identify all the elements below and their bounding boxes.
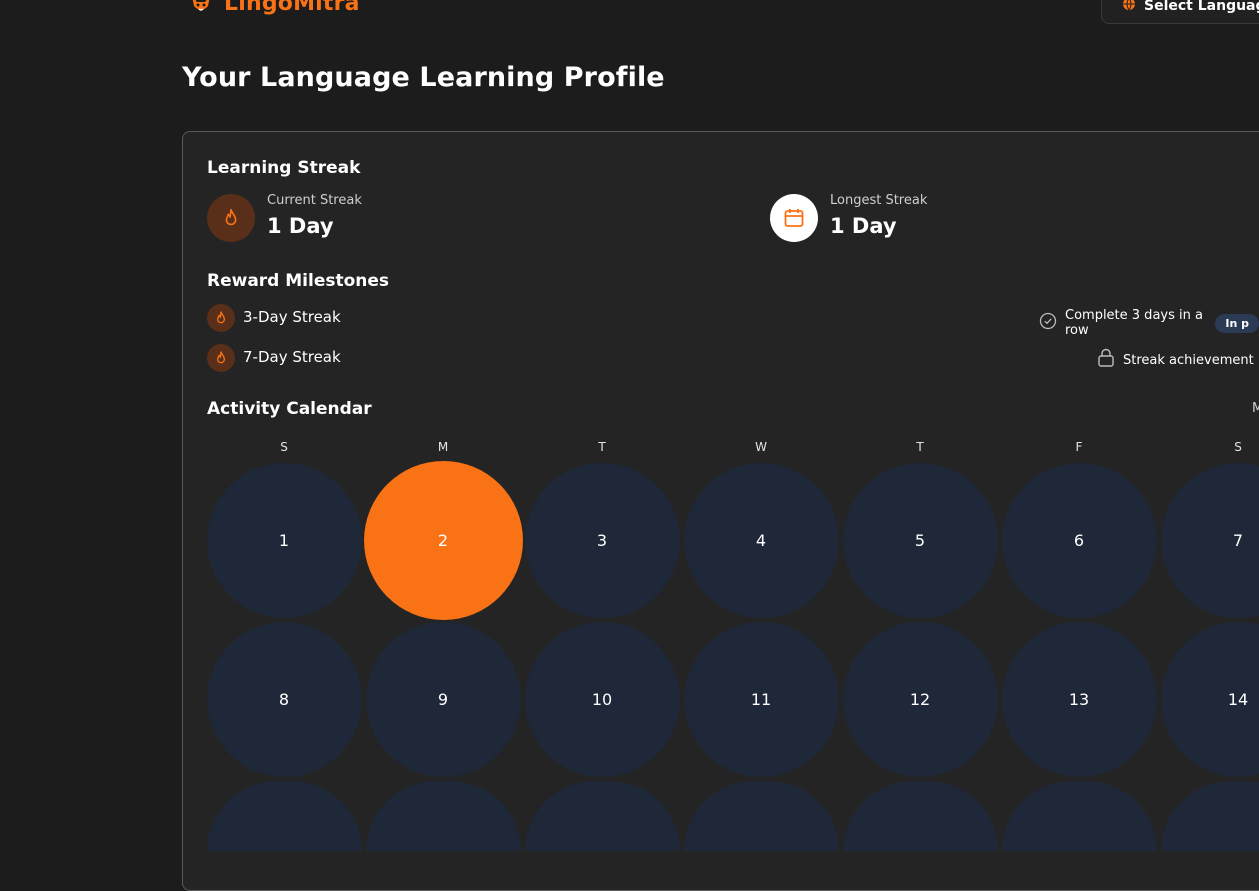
select-language-button[interactable]: Select Language: [1101, 0, 1259, 24]
milestone-status: Streak achievement: [1097, 348, 1254, 372]
calendar-day[interactable]: 5: [843, 463, 998, 618]
weekday-label: S: [269, 440, 299, 454]
select-language-label: Select Language: [1144, 0, 1259, 14]
page-title: Your Language Learning Profile: [182, 62, 665, 93]
calendar-day[interactable]: 8: [207, 622, 362, 777]
current-streak-value: 1 Day: [267, 214, 334, 238]
flame-icon: [207, 304, 235, 332]
calendar-day[interactable]: 4: [684, 463, 839, 618]
top-bar: LingoMitra Select Language: [0, 0, 1259, 28]
activity-calendar-title: Activity Calendar: [207, 399, 372, 419]
calendar-day[interactable]: 6: [1002, 463, 1157, 618]
longest-streak-label: Longest Streak: [830, 193, 927, 208]
weekday-label: F: [1064, 440, 1094, 454]
weekday-label: S: [1223, 440, 1253, 454]
status-badge: In p: [1215, 314, 1259, 333]
weekday-label: T: [905, 440, 935, 454]
milestone-detail: Complete 3 days in a row: [1065, 308, 1207, 338]
reward-milestones-title: Reward Milestones: [207, 271, 389, 291]
lock-icon: [1097, 348, 1115, 372]
calendar-day[interactable]: 13: [1002, 622, 1157, 777]
milestone-name: 3-Day Streak: [243, 308, 341, 326]
milestone-detail: Streak achievement: [1123, 353, 1254, 368]
calendar-month-label: M: [1252, 401, 1259, 416]
calendar-day[interactable]: 11: [684, 622, 839, 777]
app-logo[interactable]: LingoMitra: [188, 0, 360, 16]
calendar-day[interactable]: 12: [843, 622, 998, 777]
calendar-day[interactable]: 1: [207, 463, 362, 618]
calendar-day[interactable]: 9: [366, 622, 521, 777]
flame-icon: [207, 194, 255, 242]
fox-mascot-icon: [188, 0, 214, 16]
weekday-label: W: [746, 440, 776, 454]
current-streak-label: Current Streak: [267, 193, 362, 208]
learning-streak-title: Learning Streak: [207, 158, 360, 178]
calendar-icon: [770, 194, 818, 242]
calendar-day-active[interactable]: 2: [364, 461, 523, 620]
flame-icon: [207, 344, 235, 372]
calendar-day[interactable]: 3: [525, 463, 680, 618]
weekday-label: T: [587, 440, 617, 454]
check-circle-icon: [1039, 312, 1057, 334]
weekday-label: M: [428, 440, 458, 454]
globe-icon: [1122, 0, 1136, 15]
longest-streak-value: 1 Day: [830, 214, 897, 238]
app-name: LingoMitra: [224, 0, 360, 16]
milestone-status: Complete 3 days in a row In p: [1039, 308, 1259, 338]
milestone-name: 7-Day Streak: [243, 348, 341, 366]
calendar-day[interactable]: 10: [525, 622, 680, 777]
